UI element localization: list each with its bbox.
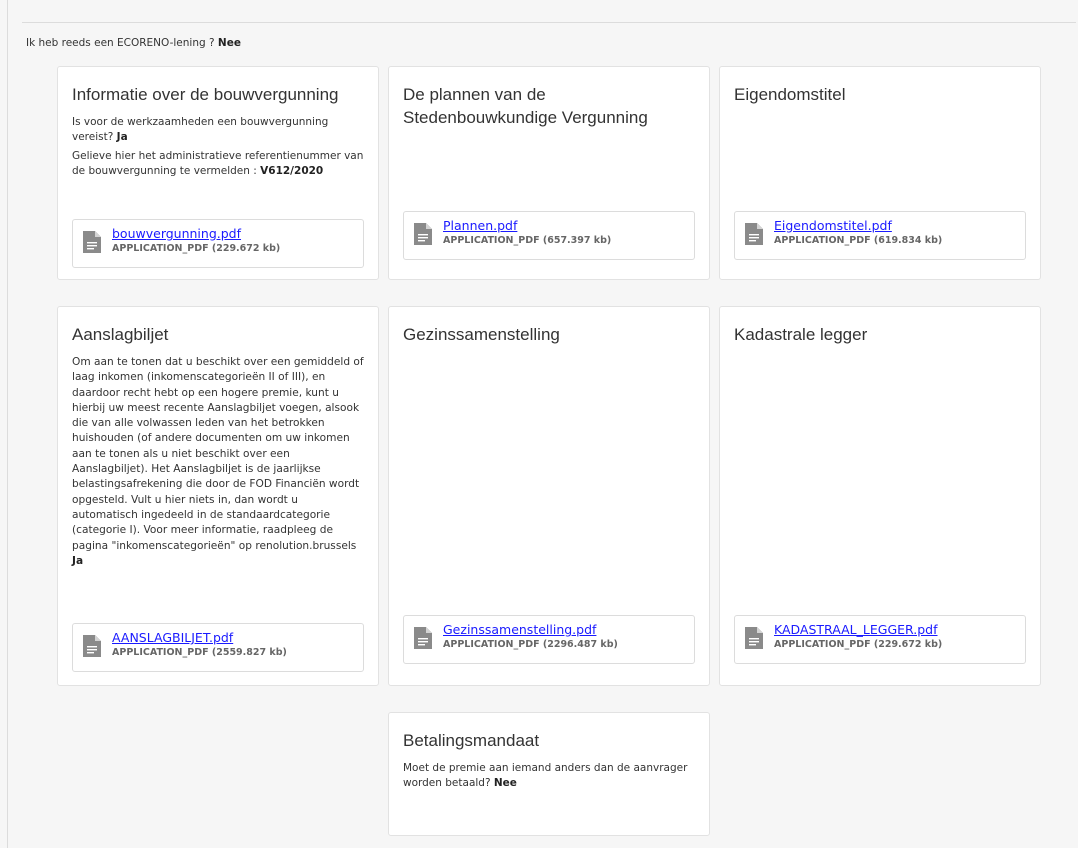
file-meta: APPLICATION_PDF (657.397 kb) — [443, 235, 612, 246]
card-title: De plannen van de Stedenbouwkundige Verg… — [403, 85, 648, 127]
aanslagbiljet-description: Om aan te tonen dat u beschikt over een … — [72, 356, 364, 552]
bouwvergunning-question: Is voor de werkzaamheden een bouwvergunn… — [72, 115, 364, 145]
card-aanslagbiljet: Aanslagbiljet Om aan te tonen dat u besc… — [57, 306, 379, 686]
file-document-icon — [83, 635, 101, 657]
file-meta: APPLICATION_PDF (619.834 kb) — [774, 235, 943, 246]
file-attachment: bouwvergunning.pdf APPLICATION_PDF (229.… — [72, 219, 364, 268]
file-document-icon — [414, 223, 432, 245]
card-eigendomstitel: Eigendomstitel Eigendomstitel.pdf APPLIC… — [719, 66, 1041, 280]
card-title: Eigendomstitel — [734, 85, 846, 104]
betalingsmandaat-question: Moet de premie aan iemand anders dan de … — [403, 762, 688, 789]
file-document-icon — [414, 627, 432, 649]
card-title: Informatie over de bouwvergunning — [72, 85, 339, 104]
file-meta: APPLICATION_PDF (229.672 kb) — [774, 639, 943, 650]
file-document-icon — [745, 627, 763, 649]
ecoreno-answer: Nee — [217, 37, 241, 49]
file-document-icon — [745, 223, 763, 245]
card-body: Moet de premie aan iemand anders dan de … — [403, 761, 695, 791]
card-bouwvergunning: Informatie over de bouwvergunning Is voo… — [57, 66, 379, 280]
file-attachment: Plannen.pdf APPLICATION_PDF (657.397 kb) — [403, 211, 695, 260]
file-meta: APPLICATION_PDF (2296.487 kb) — [443, 639, 618, 650]
file-attachment: Eigendomstitel.pdf APPLICATION_PDF (619.… — [734, 211, 1026, 260]
ecoreno-question: Ik heb reeds een ECORENO-lening ? Nee — [26, 37, 241, 49]
file-attachment: AANSLAGBILJET.pdf APPLICATION_PDF (2559.… — [72, 623, 364, 672]
file-attachment: Gezinssamenstelling.pdf APPLICATION_PDF … — [403, 615, 695, 664]
file-link[interactable]: bouwvergunning.pdf — [112, 226, 280, 241]
file-document-icon — [83, 231, 101, 253]
card-title: Gezinssamenstelling — [403, 325, 560, 344]
left-divider — [7, 0, 8, 848]
reference-question: Gelieve hier het administratieve referen… — [72, 149, 364, 179]
ecoreno-question-text: Ik heb reeds een ECORENO-lening ? — [26, 37, 215, 49]
file-link[interactable]: Eigendomstitel.pdf — [774, 218, 942, 233]
card-title: Betalingsmandaat — [403, 731, 540, 750]
card-body: Is voor de werkzaamheden een bouwvergunn… — [72, 115, 364, 179]
card-gezinssamenstelling: Gezinssamenstelling Gezinssamenstelling.… — [388, 306, 710, 686]
card-betalingsmandaat: Betalingsmandaat Moet de premie aan iema… — [388, 712, 710, 836]
file-link[interactable]: KADASTRAAL_LEGGER.pdf — [774, 622, 942, 637]
card-body: Om aan te tonen dat u beschikt over een … — [72, 355, 364, 569]
card-title: Aanslagbiljet — [72, 325, 169, 344]
bouwvergunning-question-text: Is voor de werkzaamheden een bouwvergunn… — [72, 116, 329, 143]
card-title: Kadastrale legger — [734, 325, 868, 344]
top-divider — [22, 22, 1076, 23]
card-plannen: De plannen van de Stedenbouwkundige Verg… — [388, 66, 710, 280]
file-link[interactable]: Plannen.pdf — [443, 218, 611, 233]
file-meta: APPLICATION_PDF (2559.827 kb) — [112, 647, 287, 658]
bouwvergunning-answer: Ja — [116, 131, 128, 143]
file-link[interactable]: AANSLAGBILJET.pdf — [112, 630, 287, 645]
reference-number: V612/2020 — [260, 165, 324, 177]
aanslagbiljet-answer: Ja — [72, 554, 84, 567]
file-link[interactable]: Gezinssamenstelling.pdf — [443, 622, 618, 637]
card-kadastrale-legger: Kadastrale legger KADASTRAAL_LEGGER.pdf … — [719, 306, 1041, 686]
file-attachment: KADASTRAAL_LEGGER.pdf APPLICATION_PDF (2… — [734, 615, 1026, 664]
file-meta: APPLICATION_PDF (229.672 kb) — [112, 243, 281, 254]
betalingsmandaat-answer: Nee — [493, 777, 517, 789]
